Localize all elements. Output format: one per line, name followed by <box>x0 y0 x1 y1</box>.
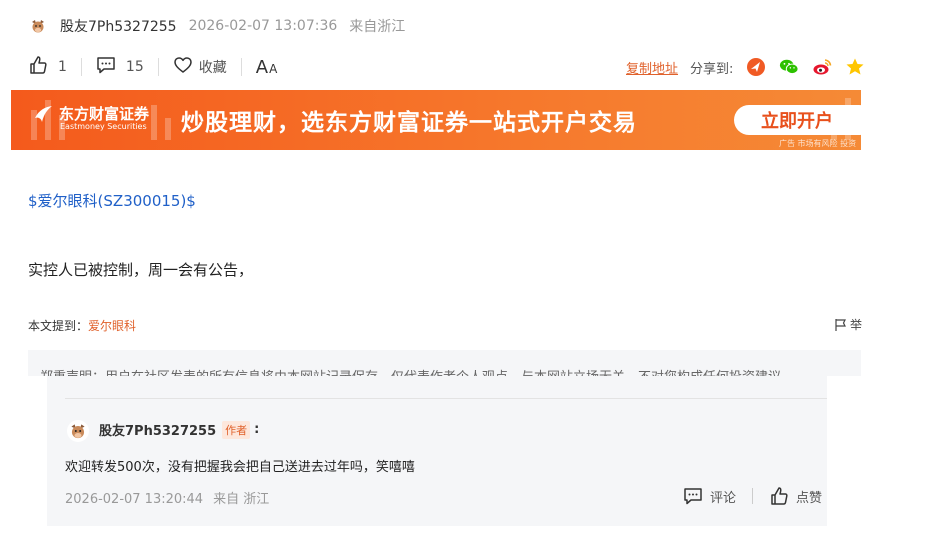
reply-like-label: 点赞 <box>796 490 823 506</box>
comment-button[interactable]: 15 <box>96 55 144 79</box>
comment-icon <box>96 55 116 79</box>
author-badge: 作者 <box>222 420 251 439</box>
like-count: 1 <box>58 59 67 75</box>
report-label: 举 <box>850 318 863 332</box>
disclaimer: 郑重声明：用户在社区发表的所有信息将由本网站记录保存，仅代表作者个人观点，与本网… <box>28 350 861 376</box>
reply-avatar[interactable] <box>67 420 89 442</box>
font-size-button[interactable]: AA <box>256 57 278 78</box>
favorite-button[interactable]: 收藏 <box>173 55 227 79</box>
ad-note: 广告 市场有风险 投资 <box>779 139 857 148</box>
mentioned-stocks: 本文提到：爱尔眼科 <box>28 317 136 334</box>
share-weibo-icon[interactable] <box>812 57 832 77</box>
reply-meta: 2026-02-07 13:20:44 来自 浙江 <box>65 488 269 507</box>
report-button[interactable]: 举 <box>834 316 862 333</box>
post-location: 来自浙江 <box>349 19 406 35</box>
share-guba-icon[interactable] <box>746 57 766 77</box>
post-header: 股友7Ph5327255 2026-02-07 13:07:36 来自浙江 <box>28 14 405 38</box>
reply-item: 股友7Ph5327255 作者 : 欢迎转发500次，没有把握我会把自己送进去过… <box>47 376 827 526</box>
report-icon <box>835 318 846 331</box>
share-qzone-icon[interactable] <box>845 57 865 77</box>
like-button[interactable]: 1 <box>28 55 67 79</box>
open-account-button[interactable]: 立即开户 <box>734 105 861 135</box>
reply-username[interactable]: 股友7Ph5327255 <box>99 420 216 439</box>
share-label: 分享到: <box>690 61 734 77</box>
favorite-label: 收藏 <box>198 60 227 76</box>
reply-user: 股友7Ph5327255 作者 : <box>99 420 259 439</box>
reply-text: 欢迎转发500次，没有把握我会把自己送进去过年吗，笑嘻嘻 <box>65 460 415 475</box>
divider <box>80 58 82 76</box>
comment-count: 15 <box>125 59 144 75</box>
reply-comment-button[interactable]: 评论 <box>683 486 736 506</box>
divider <box>240 58 242 76</box>
share-wechat-icon[interactable] <box>779 57 799 77</box>
banner-logo-name: 东方财富证券 <box>59 105 150 123</box>
font-size-small: A <box>269 61 278 76</box>
divider <box>752 488 754 504</box>
disclaimer-text: 郑重声明：用户在社区发表的所有信息将由本网站记录保存，仅代表作者个人观点，与本网… <box>40 366 781 376</box>
copy-link-button[interactable]: 复制地址 <box>626 58 678 77</box>
eastmoney-logo-icon <box>35 106 52 122</box>
avatar[interactable] <box>28 16 48 36</box>
post-time: 2026-02-07 13:07:36 <box>188 18 338 34</box>
post-username[interactable]: 股友7Ph5327255 <box>60 16 177 36</box>
mention-prefix: 本文提到： <box>28 319 89 333</box>
reply-time: 2026-02-07 13:20:44 <box>65 492 204 507</box>
ad-banner[interactable]: 东方财富证券 Eastmoney Securities 炒股理财，选东方财富证券… <box>11 90 861 150</box>
post-action-bar: 1 15 收藏 AA 复制地址 分享到: <box>28 54 868 80</box>
post-content: 实控人已被控制，周一会有公告， <box>28 261 254 279</box>
font-size-big: A <box>255 56 269 78</box>
reply-location: 来自 浙江 <box>213 492 270 507</box>
reply-comment-label: 评论 <box>710 490 737 506</box>
reply-actions: 评论 点赞 <box>683 486 822 506</box>
stock-link[interactable]: $爱尔眼科(SZ300015)$ <box>28 190 196 211</box>
banner-logo-en: Eastmoney Securities <box>60 122 147 131</box>
mentioned-stock-link[interactable]: 爱尔眼科 <box>88 319 136 333</box>
reply-like-button[interactable]: 点赞 <box>769 486 822 506</box>
banner-slogan: 炒股理财，选东方财富证券一站式开户交易 <box>181 110 637 136</box>
share-area: 复制地址 分享到: <box>626 54 865 80</box>
reply-colon: : <box>254 422 260 437</box>
divider <box>65 398 827 399</box>
thumbs-up-icon <box>771 487 788 505</box>
banner-logo: 东方财富证券 Eastmoney Securities <box>33 104 150 131</box>
thumbs-up-icon <box>28 55 48 79</box>
comment-icon <box>684 488 702 505</box>
heart-icon <box>173 55 193 79</box>
divider <box>157 58 159 76</box>
